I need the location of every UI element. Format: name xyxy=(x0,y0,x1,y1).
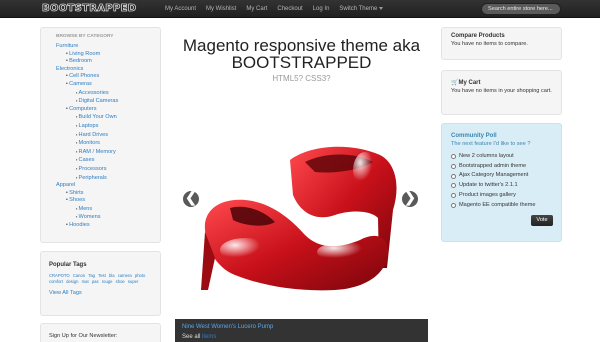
poll-option[interactable]: Update to twitter's 2.1.1 xyxy=(451,181,552,191)
category-cameras[interactable]: Cameras xyxy=(69,81,92,87)
caret-down-icon xyxy=(379,6,384,10)
tag-link[interactable]: shoe xyxy=(116,279,125,284)
page-title: Magento responsive theme aka BOOTSTRAPPE… xyxy=(182,36,421,72)
category-shirts[interactable]: Shirts xyxy=(69,190,83,196)
poll-question: The next feature I'd like to see ? xyxy=(451,141,531,147)
caption-see-all-prefix: See all xyxy=(182,334,201,340)
search-input[interactable] xyxy=(481,3,561,15)
category-peripherals[interactable]: Peripherals xyxy=(79,175,107,181)
vote-button[interactable]: Vote xyxy=(531,215,553,226)
tag-link[interactable]: Tag xyxy=(88,273,95,278)
radio-button[interactable] xyxy=(451,173,456,179)
category-mens[interactable]: Mens xyxy=(79,206,93,212)
tag-link[interactable]: bla xyxy=(109,273,115,278)
nav-log-in[interactable]: Log In xyxy=(313,0,330,18)
red-pump-shoe-image[interactable] xyxy=(175,140,428,306)
radio-button[interactable] xyxy=(451,183,456,189)
tag-link[interactable]: photo xyxy=(135,273,145,278)
poll-option-label: Update to twitter's 2.1.1 xyxy=(459,182,518,189)
category-computers[interactable]: Computers xyxy=(69,106,96,112)
nav-checkout[interactable]: Checkout xyxy=(277,0,302,18)
tag-link[interactable]: CRAPOTO xyxy=(49,273,70,278)
nav-switch-theme[interactable]: Switch Theme xyxy=(339,0,384,18)
radio-button[interactable] xyxy=(451,164,456,170)
tag-link[interactable]: camera xyxy=(118,273,132,278)
popular-tags-title: Popular Tags xyxy=(49,262,87,268)
page-subtitle: HTML5? CSS3? xyxy=(272,74,331,83)
poll-options: New 2 columns layout Bootstrapped admin … xyxy=(451,152,552,210)
newsletter-box: Sign Up for Our Newsletter: xyxy=(40,323,161,342)
mini-cart-text: You have no items in your shopping cart. xyxy=(451,88,552,94)
mini-cart-box: 🛒My Cart You have no items in your shopp… xyxy=(441,70,562,115)
category-bedroom[interactable]: Bedroom xyxy=(69,58,92,64)
compare-title: Compare Products xyxy=(451,33,505,39)
category-living-room[interactable]: Living Room xyxy=(69,51,100,57)
poll-option-label: Magento EE compatible theme xyxy=(459,201,536,208)
poll-option-label: New 2 columns layout xyxy=(459,153,514,159)
category-furniture[interactable]: Furniture xyxy=(56,43,78,49)
mini-cart-title: 🛒My Cart xyxy=(451,79,552,86)
category-hoodies[interactable]: Hoodies xyxy=(69,222,90,228)
product-carousel: ❮ ❯ xyxy=(175,140,428,306)
caption-see-all: See all items xyxy=(182,334,421,340)
carousel-prev-button[interactable]: ❮ xyxy=(182,190,200,208)
tag-link[interactable]: design xyxy=(66,279,78,284)
tag-cloud: CRAPOTO Canon Tag Test bla camera photo … xyxy=(49,273,152,285)
newsletter-label: Sign Up for Our Newsletter: xyxy=(49,333,118,339)
tag-link[interactable]: super xyxy=(128,279,138,284)
poll-title: Community Poll xyxy=(451,133,497,139)
caption-see-all-link[interactable]: items xyxy=(202,334,216,340)
category-shoes[interactable]: Shoes xyxy=(69,197,85,203)
nav-my-wishlist[interactable]: My Wishlist xyxy=(206,0,236,18)
category-hard-drives[interactable]: Hard Drives xyxy=(79,132,109,138)
poll-option[interactable]: New 2 columns layout xyxy=(451,152,552,162)
top-navbar: BOOTSTRAPPED My Account My Wishlist My C… xyxy=(0,0,600,18)
poll-option[interactable]: Ajax Category Management xyxy=(451,171,552,181)
category-tree: Furniture Living Room Bedroom Electronic… xyxy=(56,43,160,230)
compare-text: You have no items to compare. xyxy=(451,41,528,47)
mini-cart-title-text: My Cart xyxy=(458,80,481,86)
poll-option-label: Ajax Category Management xyxy=(459,172,529,179)
main-nav: My Account My Wishlist My Cart Checkout … xyxy=(165,0,393,18)
category-ram-memory[interactable]: RAM / Memory xyxy=(79,149,116,155)
nav-my-account[interactable]: My Account xyxy=(165,0,196,18)
radio-button[interactable] xyxy=(451,193,456,199)
compare-products-box: Compare Products You have no items to co… xyxy=(441,27,562,60)
carousel-caption: Nine West Women's Lucero Pump See all it… xyxy=(175,319,428,342)
category-cases[interactable]: Cases xyxy=(79,157,95,163)
radio-button[interactable] xyxy=(451,202,456,208)
poll-option-label: Product images gallery xyxy=(459,191,516,198)
tag-link[interactable]: mat xyxy=(82,279,89,284)
category-build-your-own[interactable]: Build Your Own xyxy=(79,114,117,120)
view-all-tags-link[interactable]: View All Tags xyxy=(49,290,152,296)
tag-link[interactable]: comfort xyxy=(49,279,63,284)
poll-option[interactable]: Product images gallery xyxy=(451,191,552,201)
radio-button[interactable] xyxy=(451,154,456,160)
caption-product-link[interactable]: Nine West Women's Lucero Pump xyxy=(182,324,421,330)
tag-link[interactable]: Test xyxy=(98,273,106,278)
tag-link[interactable]: pas xyxy=(92,279,99,284)
category-sidebar: BROWSE BY CATEGORY Furniture Living Room… xyxy=(40,27,161,243)
switch-theme-label: Switch Theme xyxy=(339,6,378,12)
category-cell-phones[interactable]: Cell Phones xyxy=(69,73,99,79)
category-accessories[interactable]: Accessories xyxy=(79,90,109,96)
category-laptops[interactable]: Laptops xyxy=(79,123,99,129)
category-heading: BROWSE BY CATEGORY xyxy=(56,34,114,39)
category-womens[interactable]: Womens xyxy=(79,214,101,220)
category-digital-cameras[interactable]: Digital Cameras xyxy=(79,98,119,104)
nav-my-cart[interactable]: My Cart xyxy=(246,0,267,18)
category-electronics[interactable]: Electronics xyxy=(56,66,83,72)
poll-option-label: Bootstrapped admin theme xyxy=(459,162,527,169)
category-processors[interactable]: Processors xyxy=(79,166,107,172)
category-apparel[interactable]: Apparel xyxy=(56,182,75,188)
poll-option[interactable]: Magento EE compatible theme xyxy=(451,201,552,211)
tag-link[interactable]: Canon xyxy=(73,273,85,278)
popular-tags-box: Popular Tags CRAPOTO Canon Tag Test bla … xyxy=(40,251,161,316)
tag-link[interactable]: rouge xyxy=(102,279,113,284)
category-monitors[interactable]: Monitors xyxy=(79,140,100,146)
brand-logo[interactable]: BOOTSTRAPPED xyxy=(40,2,138,15)
community-poll-box: Community Poll The next feature I'd like… xyxy=(441,123,562,242)
carousel-next-button[interactable]: ❯ xyxy=(401,190,419,208)
poll-option[interactable]: Bootstrapped admin theme xyxy=(451,162,552,172)
